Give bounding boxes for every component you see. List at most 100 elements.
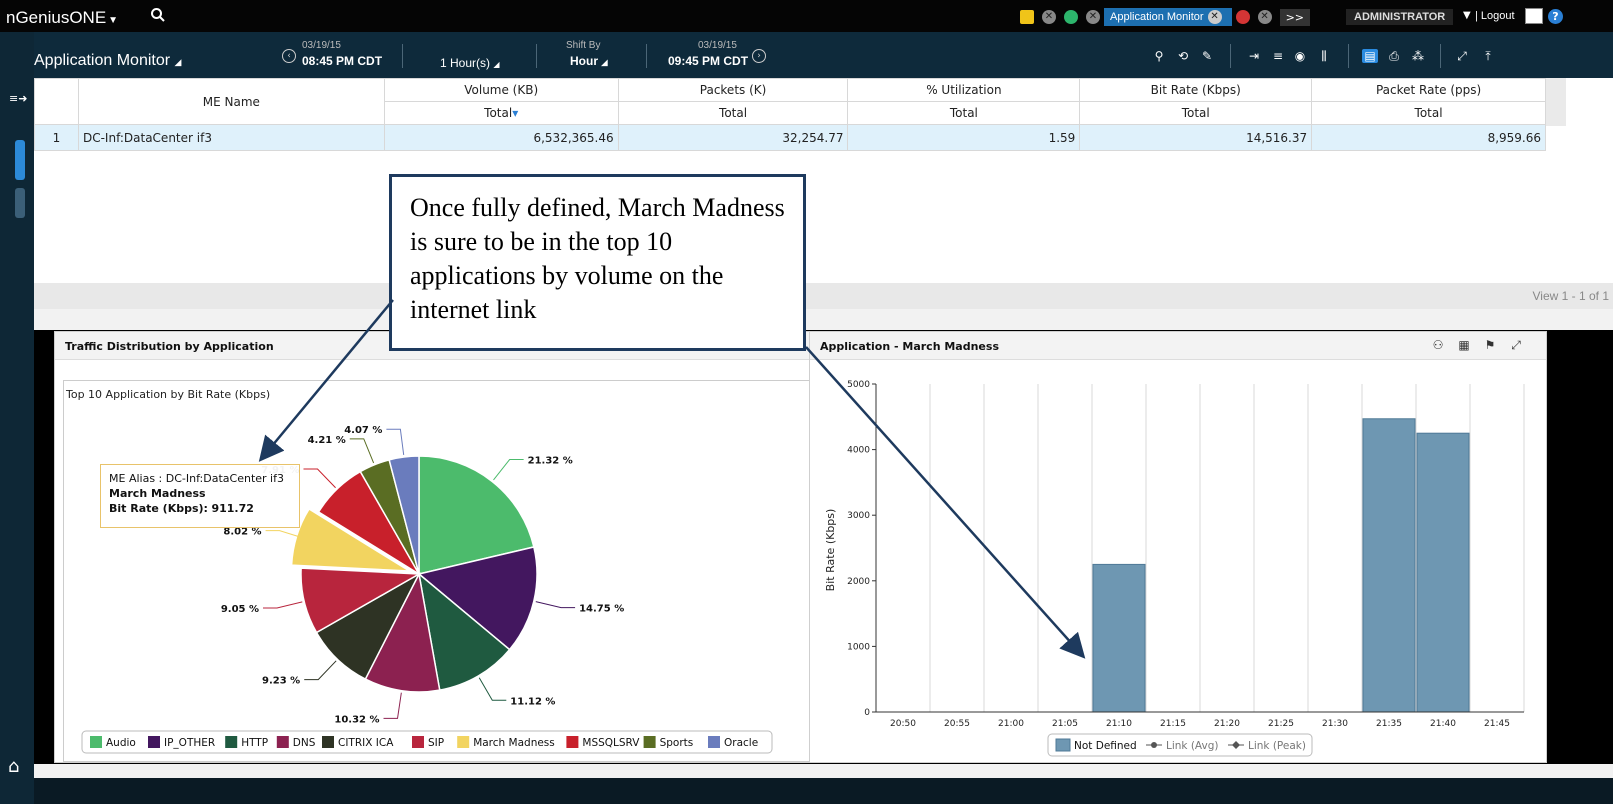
sidebar-tab-active[interactable] [15,140,25,180]
user-filter-icon[interactable]: ⚇ [1430,338,1446,354]
alert-tab-icon[interactable] [1235,10,1250,24]
legend-item[interactable]: Not Defined [1074,740,1137,752]
pager-text: View 1 - 1 of 1 [1532,289,1610,303]
utilization-cell: 1.59 [847,124,1081,151]
close-icon[interactable]: ✕ [1042,10,1056,24]
tab-overflow-button[interactable]: >> [1279,8,1310,26]
legend-item[interactable]: Sports [660,737,694,749]
legend-item[interactable]: SIP [428,737,444,749]
bar-2135[interactable] [1362,418,1416,713]
layout-icon[interactable] [1525,8,1543,24]
column-header[interactable]: % Utilization [847,78,1081,102]
network-icon[interactable]: ⁂ [1410,49,1426,63]
logout-link[interactable]: | Logout [1475,10,1515,22]
legend-item[interactable]: March Madness [473,737,555,749]
settings-icon[interactable]: ⫼ [1316,49,1332,63]
maximize-icon[interactable]: ⤢ [1508,338,1524,354]
divider [646,44,647,68]
traffic-distribution-panel: Traffic Distribution by Application Top … [54,331,820,763]
column-header[interactable]: Packet Rate (pps) [1311,78,1546,102]
duration-select[interactable]: 1 Hour(s) ◢ [440,56,500,70]
column-subheader[interactable]: Total [1079,101,1313,125]
shift-by-select[interactable]: Hour ◢ [570,54,608,68]
home-icon[interactable]: ⌂ [8,756,19,777]
column-subheader[interactable]: Total [847,101,1081,125]
start-time[interactable]: 08:45 PM CDT [302,54,382,68]
pager-bar: View 1 - 1 of 1 [34,283,1613,309]
legend-swatch [566,736,579,748]
filter-icon[interactable]: ≡ [1270,49,1286,63]
y-tick-label: 1000 [847,642,870,652]
column-subheader[interactable]: Total▾ [383,101,619,125]
caret-down-icon: ◢ [174,57,182,67]
end-time[interactable]: 09:45 PM CDT [668,54,748,68]
me-name-cell[interactable]: DC-Inf:DataCenter if3 [77,124,385,151]
tab-application-monitor[interactable]: Application Monitor ✕ [1104,8,1232,26]
upload-icon[interactable]: ⤒ [1480,49,1496,63]
divider [536,44,537,68]
print-icon[interactable]: ⎙ [1386,49,1402,63]
tooltip-rate-value: 911.72 [211,502,254,515]
edit-icon[interactable]: ✎ [1199,49,1215,63]
user-menu-button[interactable]: ADMINISTRATOR [1346,9,1454,25]
search-icon[interactable] [150,7,166,23]
legend-item[interactable]: Audio [106,737,136,749]
next-time-icon[interactable]: › [752,49,766,63]
start-date: 03/19/15 [302,40,341,51]
close-icon[interactable]: ✕ [1207,10,1222,24]
pie-chart-frame: Top 10 Application by Bit Rate (Kbps) 21… [63,380,813,762]
page-title[interactable]: Application Monitor ◢ [34,52,181,70]
close-icon[interactable]: ✕ [1257,10,1272,24]
fullscreen-icon[interactable]: ⤢ [1454,49,1470,63]
view-icon[interactable]: ◉ [1292,49,1308,63]
legend-swatch [457,736,470,748]
legend-item[interactable]: Link (Peak) [1248,740,1306,752]
legend-item[interactable]: HTTP [241,737,268,749]
column-header[interactable]: Packets (K) [617,78,849,102]
drilldown-icon[interactable]: ⚑ [1482,338,1498,354]
table-icon[interactable]: ▦ [1456,338,1472,354]
legend-item[interactable]: Link (Avg) [1166,740,1218,752]
export-icon[interactable]: ⇥ [1246,49,1262,63]
x-tick-label: 21:40 [1430,719,1456,729]
bar-2140[interactable] [1416,432,1470,713]
march-madness-panel: Application - March Madness ⚇ ▦ ⚑ ⤢ 0 100… [809,331,1547,763]
legend-item[interactable]: MSSQLSRV [582,737,640,749]
previous-time-icon[interactable]: ‹ [282,49,296,63]
column-subheader[interactable]: Total [1311,101,1546,125]
legend-item[interactable]: CITRIX ICA [338,737,394,749]
column-header[interactable]: Bit Rate (Kbps) [1079,78,1313,102]
index-header [34,78,79,125]
column-header[interactable]: Volume (KB) [383,78,619,102]
pie-leader-line [535,601,576,609]
page-header: Application Monitor ◢ ‹ 03/19/15 08:45 P… [34,32,1613,78]
legend-item[interactable]: IP_OTHER [164,737,215,749]
table-view-icon[interactable]: ▤ [1362,49,1378,63]
dashboard-tab-icon[interactable] [1020,10,1034,24]
brand-logo[interactable]: nGeniusONE ▼ [6,8,118,28]
pie-leader-line [493,459,524,481]
legend-item[interactable]: DNS [293,737,316,749]
legend-swatch [148,736,160,748]
sidebar-tab[interactable] [15,188,25,218]
zoom-icon[interactable]: ⟲ [1175,49,1191,63]
bar-2110[interactable] [1092,563,1146,713]
bar-chart: 0 1000 2000 3000 4000 5000 20:50 20:55 21:00 21:0… [824,380,1525,757]
legend-item[interactable]: Oracle [724,737,758,749]
expand-sidebar-icon[interactable]: ≡➜ [9,92,27,105]
pie-data-label: 8.02 % [223,527,261,538]
tooltip-alias: ME Alias : DC-Inf:DataCenter if3 [109,472,284,485]
shift-by-label: Shift By [566,40,601,51]
table-row[interactable]: 1 DC-Inf:DataCenter if3 6,532,365.46 32,… [34,124,1546,151]
end-date: 03/19/15 [698,40,737,51]
search-icon[interactable]: ⚲ [1151,49,1167,63]
table-scrollbar[interactable] [1546,78,1566,126]
globe-tab-icon[interactable] [1064,10,1078,24]
chevron-down-icon[interactable]: ▼ [1463,10,1471,21]
tooltip-rate-label: Bit Rate (Kbps): [109,502,208,515]
volume-cell: 6,532,365.46 [383,124,619,151]
column-header[interactable]: ME Name [77,78,385,125]
column-subheader[interactable]: Total [617,101,849,125]
close-icon[interactable]: ✕ [1086,10,1100,24]
help-icon[interactable]: ? [1548,9,1563,24]
